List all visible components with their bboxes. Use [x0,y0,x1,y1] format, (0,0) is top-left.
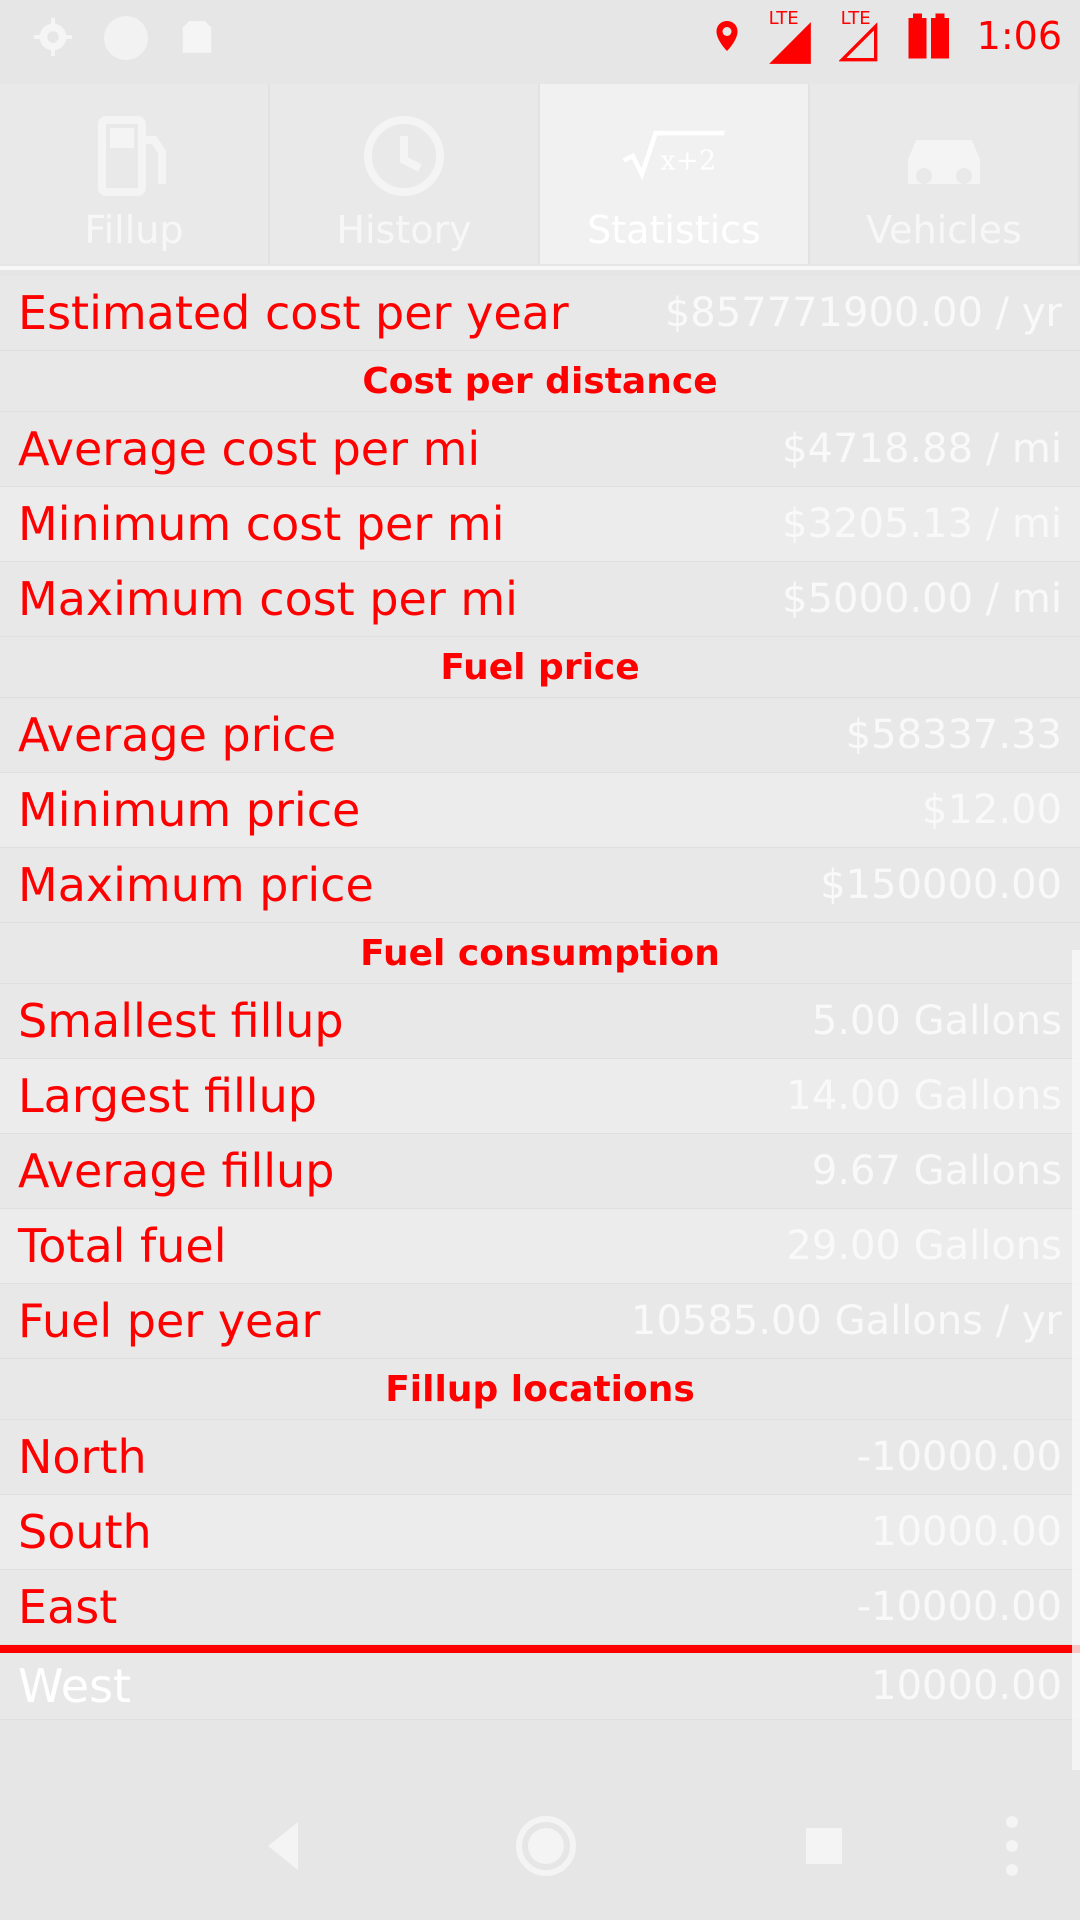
section-title: Fillup locations [385,1368,695,1410]
row-south: South 10000.00 [0,1495,1080,1570]
section-cost-per-distance: Cost per distance [0,351,1080,412]
status-bar-right: LTE LTE 1:06 [709,8,1062,64]
navigation-bar [0,1770,1080,1920]
clock: 1:06 [976,14,1062,58]
row-label: North [18,1430,147,1484]
battery-icon [908,13,949,59]
lte-indicator-2: LTE [837,8,885,64]
recents-icon[interactable] [788,1810,860,1882]
section-fillup-locations: Fillup locations [0,1359,1080,1420]
circle-icon [104,16,148,60]
row-value: $150000.00 [820,862,1062,908]
tab-history-label: History [336,208,472,252]
section-title: Fuel price [440,646,640,688]
row-value: 10585.00 Gallons / yr [631,1298,1062,1344]
row-value: $12.00 [922,787,1062,833]
row-value: $58337.33 [845,712,1062,758]
row-west: West 10000.00 [0,1645,1080,1720]
tab-bar: Fillup History x+2 Statistics Vehicles [0,84,1080,264]
row-label: Average price [18,708,337,762]
row-value: $5000.00 / mi [782,576,1062,622]
scrollbar[interactable] [1072,950,1080,1770]
row-maximum-cost: Maximum cost per mi $5000.00 / mi [0,562,1080,637]
gas-pump-icon [98,116,166,196]
tab-underline [0,266,1080,270]
car-icon [908,140,980,184]
row-value: 5.00 Gallons [811,998,1062,1044]
row-value: $4718.88 / mi [782,426,1062,472]
row-value: 10000.00 [871,1663,1062,1709]
row-average-fillup: Average fillup 9.67 Gallons [0,1134,1080,1209]
tab-vehicles[interactable]: Vehicles [810,84,1080,264]
row-value: $857771900.00 / yr [664,290,1062,336]
row-average-price: Average price $58337.33 [0,698,1080,773]
row-total-fuel: Total fuel 29.00 Gallons [0,1209,1080,1284]
row-label: Maximum cost per mi [18,572,518,626]
row-label: Largest fillup [18,1069,317,1123]
tab-vehicles-label: Vehicles [866,208,1022,252]
row-label: Maximum price [18,858,374,912]
back-icon[interactable] [250,1810,322,1882]
lte-indicator-1: LTE [761,8,821,64]
tab-fillup[interactable]: Fillup [0,84,270,264]
row-east: East -10000.00 [0,1570,1080,1645]
row-minimum-price: Minimum price $12.00 [0,773,1080,848]
sdcard-icon [182,21,212,53]
row-value: 9.67 Gallons [811,1148,1062,1194]
location-icon [716,21,738,51]
tab-statistics[interactable]: x+2 Statistics [540,84,810,264]
gear-icon [33,17,73,57]
row-value: 29.00 Gallons [786,1223,1062,1269]
status-bar: LTE LTE 1:06 [0,0,1080,72]
row-label: Minimum cost per mi [18,497,505,551]
row-label: East [18,1580,118,1634]
svg-text:x+2: x+2 [660,145,716,177]
signal-icon-2 [838,22,877,62]
row-smallest-fillup: Smallest fillup 5.00 Gallons [0,984,1080,1059]
row-value: $3205.13 / mi [782,501,1062,547]
row-maximum-price: Maximum price $150000.00 [0,848,1080,923]
row-average-cost: Average cost per mi $4718.88 / mi [0,412,1080,487]
row-label: Smallest fillup [18,994,344,1048]
statistics-list: Estimated cost per year $857771900.00 / … [0,276,1080,1720]
row-minimum-cost: Minimum cost per mi $3205.13 / mi [0,487,1080,562]
row-label: Total fuel [18,1219,227,1273]
tab-fillup-label: Fillup [84,208,184,252]
section-fuel-price: Fuel price [0,637,1080,698]
row-label: South [18,1505,152,1559]
row-largest-fillup: Largest fillup 14.00 Gallons [0,1059,1080,1134]
row-label: Average fillup [18,1144,335,1198]
clock-icon [364,116,444,196]
row-value: 10000.00 [871,1509,1062,1555]
tab-history[interactable]: History [270,84,540,264]
sqrt-x-plus-2-icon: x+2 [622,130,725,181]
row-label: West [18,1659,132,1713]
row-north: North -10000.00 [0,1420,1080,1495]
home-icon[interactable] [510,1810,582,1882]
section-fuel-consumption: Fuel consumption [0,923,1080,984]
signal-icon [768,22,811,64]
tab-statistics-label: Statistics [587,208,761,252]
row-label: Fuel per year [18,1294,321,1348]
row-value: -10000.00 [856,1584,1062,1630]
row-value: 14.00 Gallons [786,1073,1062,1119]
more-icon[interactable] [1000,1810,1024,1882]
row-label: Estimated cost per year [18,286,569,340]
row-label: Minimum price [18,783,361,837]
row-fuel-per-year: Fuel per year 10585.00 Gallons / yr [0,1284,1080,1359]
section-title: Fuel consumption [360,932,720,974]
estimated-cost-row: Estimated cost per year $857771900.00 / … [0,276,1080,351]
row-value: -10000.00 [856,1434,1062,1480]
section-title: Cost per distance [362,360,718,402]
row-label: Average cost per mi [18,422,481,476]
